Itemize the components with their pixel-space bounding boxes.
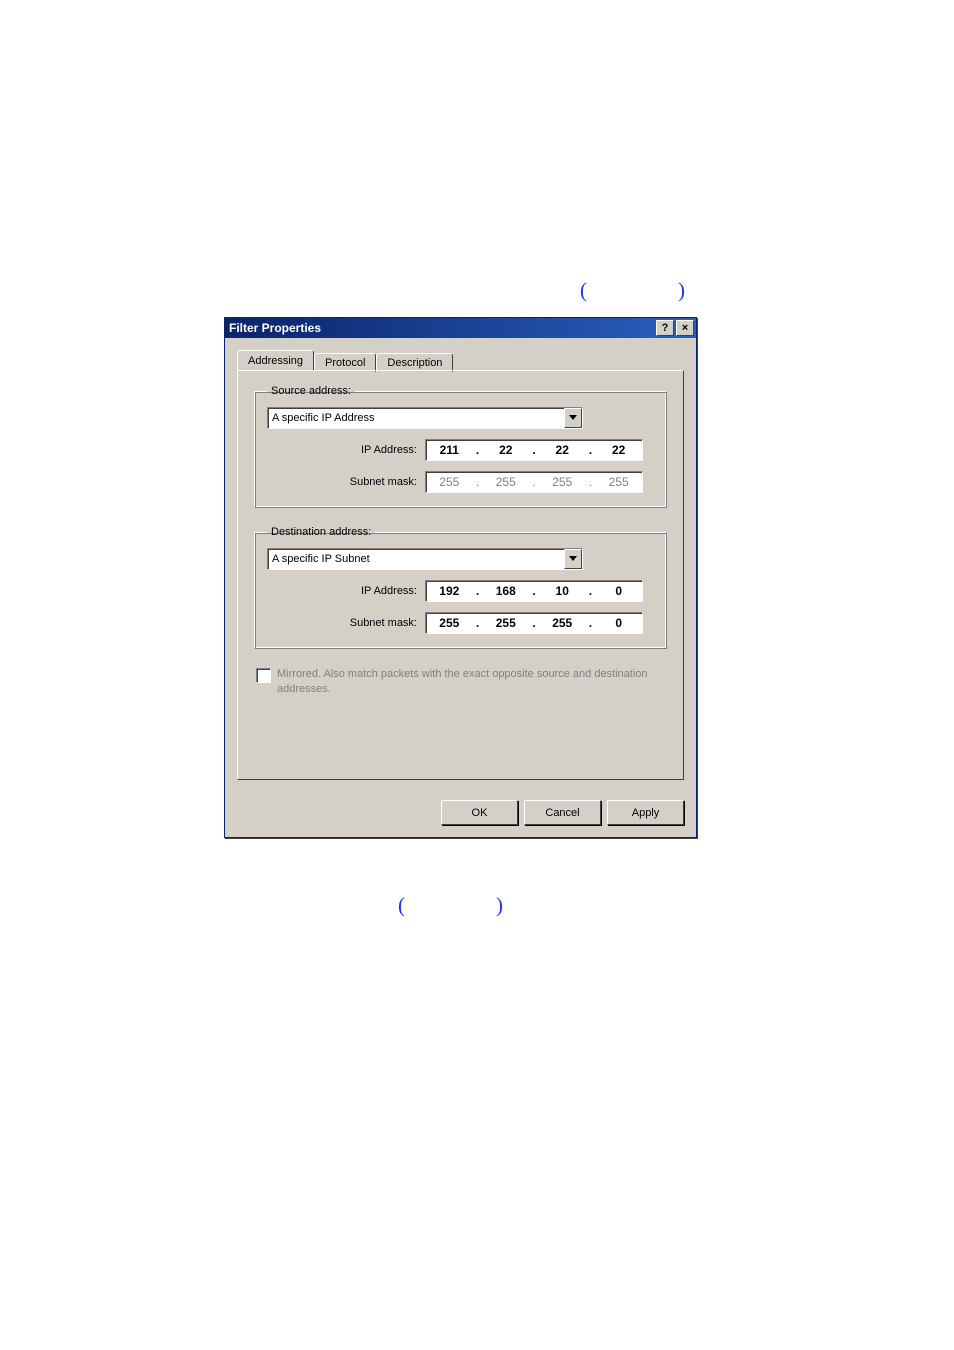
ip-octet[interactable]: 0 [599,616,639,630]
destination-address-type-dropdown[interactable]: A specific IP Subnet [267,548,583,570]
source-address-type-dropdown[interactable]: A specific IP Address [267,407,583,429]
close-icon: × [682,323,688,334]
titlebar-help-button[interactable]: ? [656,320,674,336]
ip-octet: 255 [429,475,469,489]
destination-mask-label: Subnet mask: [267,617,425,629]
paren-close: ) [678,278,685,303]
destination-address-group: Destination address: A specific IP Subne… [254,526,667,649]
ip-octet: 255 [542,475,582,489]
ip-octet[interactable]: 10 [542,584,582,598]
ip-octet[interactable]: 22 [486,443,526,457]
mirrored-checkbox-label: Mirrored. Also match packets with the ex… [277,667,665,697]
ip-octet: 255 [599,475,639,489]
source-address-type-value: A specific IP Address [272,412,564,424]
chevron-down-icon [564,408,582,428]
source-mask-input: 255. 255. 255. 255 [425,471,643,493]
ip-octet[interactable]: 0 [599,584,639,598]
titlebar-close-button[interactable]: × [676,320,694,336]
ok-button[interactable]: OK [441,800,518,825]
ip-octet[interactable]: 255 [429,616,469,630]
ip-octet[interactable]: 168 [486,584,526,598]
paren-open: ( [580,278,587,303]
source-ip-label: IP Address: [267,444,425,456]
ip-octet[interactable]: 192 [429,584,469,598]
destination-address-legend: Destination address: [267,526,375,538]
destination-mask-input[interactable]: 255. 255. 255. 0 [425,612,643,634]
source-ip-input[interactable]: 211. 22. 22. 22 [425,439,643,461]
ip-octet: 255 [486,475,526,489]
ip-octet[interactable]: 211 [429,443,469,457]
source-mask-label: Subnet mask: [267,476,425,488]
cancel-button[interactable]: Cancel [524,800,601,825]
ip-octet[interactable]: 22 [542,443,582,457]
chevron-down-icon [564,549,582,569]
source-address-legend: Source address: [267,385,355,397]
tab-strip: Addressing Protocol Description [237,348,684,370]
ip-octet[interactable]: 255 [542,616,582,630]
paren-open: ( [398,893,405,918]
paren-close: ) [496,893,503,918]
mirrored-checkbox[interactable] [256,668,271,683]
destination-address-type-value: A specific IP Subnet [272,553,564,565]
help-icon: ? [662,323,669,334]
dialog-button-row: OK Cancel Apply [225,792,696,837]
dialog-title: Filter Properties [229,321,654,335]
destination-ip-label: IP Address: [267,585,425,597]
destination-ip-input[interactable]: 192. 168. 10. 0 [425,580,643,602]
tab-addressing[interactable]: Addressing [237,350,314,370]
ip-octet[interactable]: 255 [486,616,526,630]
source-address-group: Source address: A specific IP Address IP… [254,385,667,508]
ip-octet[interactable]: 22 [599,443,639,457]
filter-properties-dialog: Filter Properties ? × Addressing Protoco… [224,317,697,838]
tab-panel-addressing: Source address: A specific IP Address IP… [237,370,684,780]
apply-button[interactable]: Apply [607,800,684,825]
titlebar[interactable]: Filter Properties ? × [225,318,696,338]
